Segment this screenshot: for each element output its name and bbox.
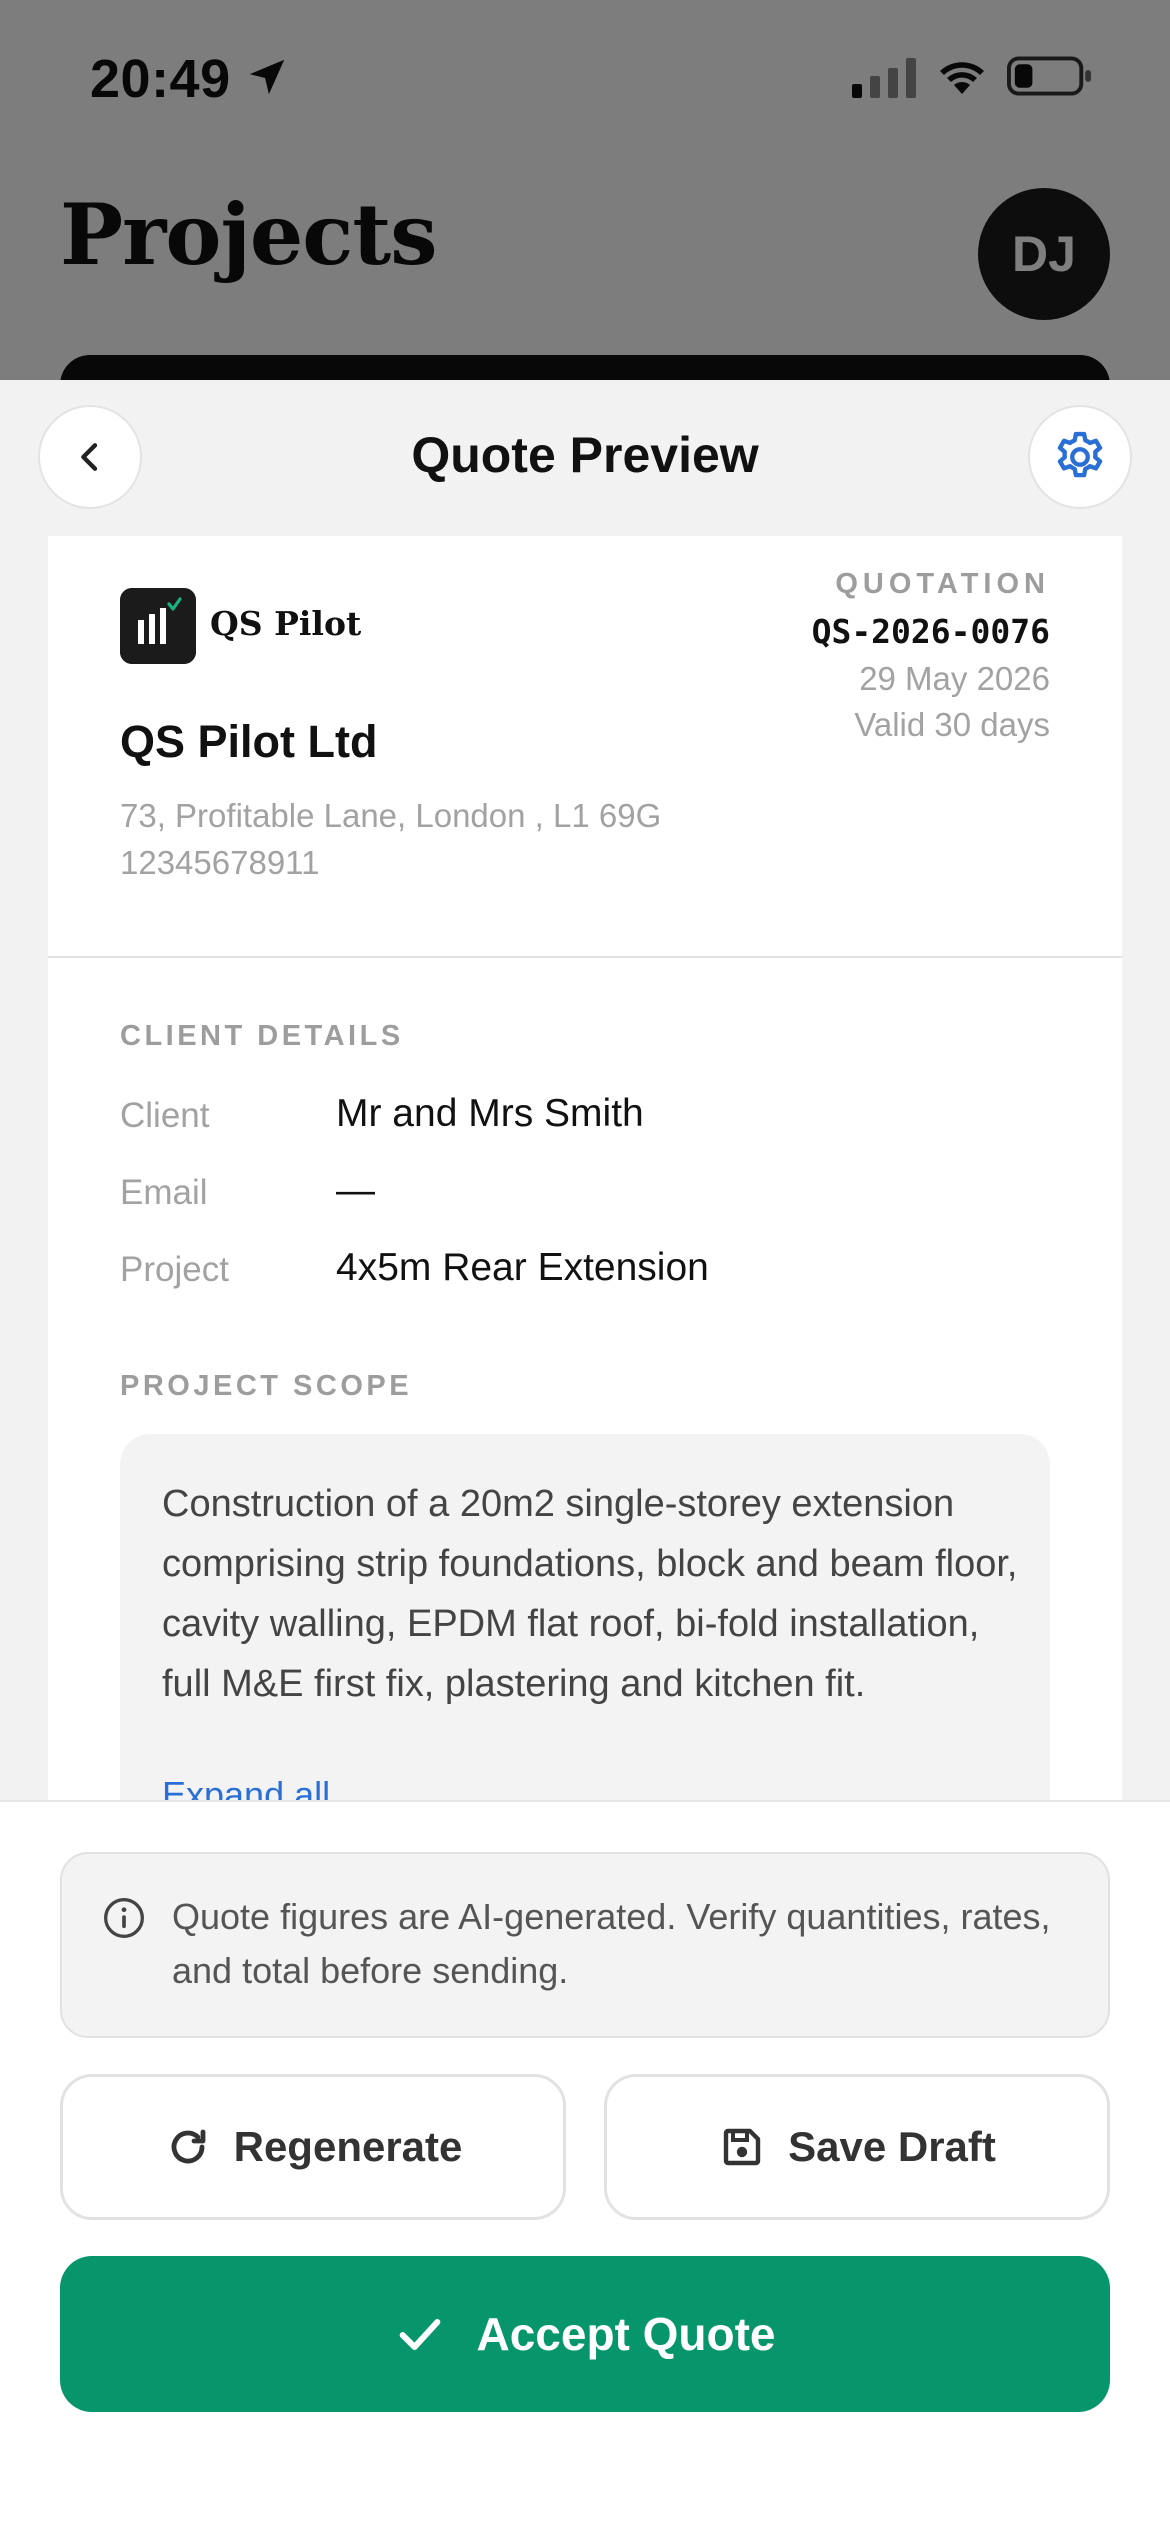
- logo-wordmark: QS Pilot: [210, 604, 362, 643]
- divider: [48, 956, 1122, 958]
- page-title: Quote Preview: [411, 427, 759, 483]
- gear-icon: [1057, 431, 1103, 478]
- regenerate-button[interactable]: Regenerate: [60, 2074, 566, 2220]
- project-scope-label: PROJECT SCOPE: [120, 1370, 413, 1402]
- quote-number: QS-2026-0076: [811, 612, 1050, 651]
- quote-document: QS Pilot QS Pilot Ltd 73, Profitable Lan…: [48, 536, 1122, 1936]
- email-key: Email: [120, 1173, 208, 1212]
- checkmark-icon: [400, 2319, 441, 2351]
- quote-validity: Valid 30 days: [854, 706, 1050, 743]
- company-contact: 73, Profitable Lane, London , L1 69G 123…: [120, 792, 661, 886]
- company-phone: 12345678911: [120, 844, 320, 881]
- email-value: —: [336, 1169, 375, 1212]
- accept-quote-label: Accept Quote: [476, 2308, 776, 2360]
- client-key: Client: [120, 1096, 210, 1135]
- company-name: QS Pilot Ltd: [120, 716, 378, 767]
- regenerate-label: Regenerate: [233, 2123, 463, 2170]
- company-address: 73, Profitable Lane, London , L1 69G: [120, 797, 662, 834]
- accept-quote-button[interactable]: Accept Quote: [60, 2256, 1110, 2412]
- client-value: Mr and Mrs Smith: [336, 1092, 644, 1135]
- quote-date: 29 May 2026: [859, 660, 1050, 697]
- quotation-label: QUOTATION: [835, 568, 1050, 600]
- dim-overlay[interactable]: [0, 0, 1170, 380]
- ai-notice-text: Quote figures are AI-generated. Verify q…: [172, 1896, 1051, 1991]
- settings-button[interactable]: [1028, 405, 1132, 509]
- sheet-header: Quote Preview: [0, 380, 1170, 536]
- save-draft-button[interactable]: Save Draft: [604, 2074, 1110, 2220]
- refresh-icon: [171, 2129, 206, 2164]
- client-details-label: CLIENT DETAILS: [120, 1020, 404, 1052]
- project-value: 4x5m Rear Extension: [336, 1246, 709, 1289]
- action-panel: Quote figures are AI-generated. Verify q…: [0, 1800, 1170, 2532]
- floppy-disk-icon: [723, 2128, 761, 2166]
- info-icon: [104, 1898, 144, 1938]
- save-draft-label: Save Draft: [788, 2123, 996, 2170]
- project-scope-text: Construction of a 20m2 single-storey ext…: [162, 1483, 1018, 1705]
- ai-notice: Quote figures are AI-generated. Verify q…: [60, 1852, 1110, 2038]
- logo-icon: [120, 588, 196, 664]
- project-key: Project: [120, 1250, 229, 1289]
